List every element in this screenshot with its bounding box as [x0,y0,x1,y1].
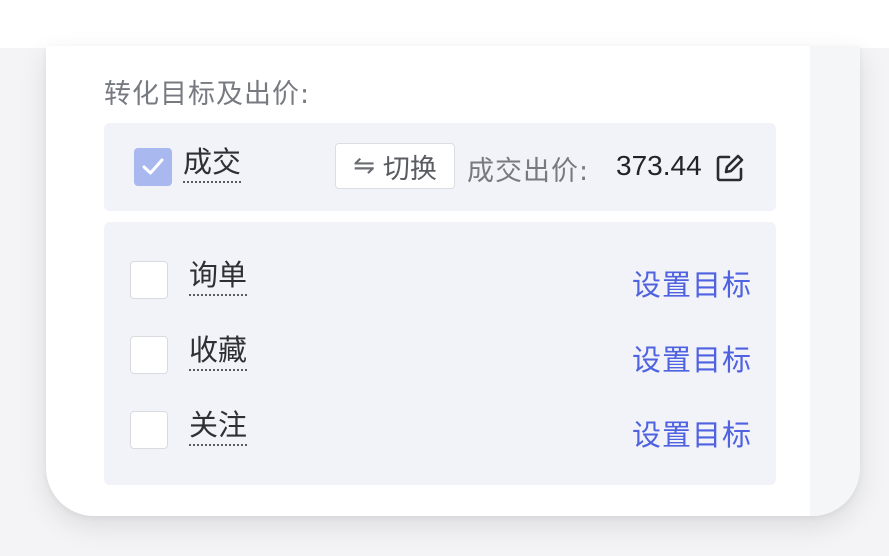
goal-label-favorite: 收藏 [189,334,248,371]
set-target-link-inquiry[interactable]: 设置目标 [632,262,752,304]
switch-goal-button[interactable]: ⇋ 切换 [335,143,455,189]
primary-goal-checkbox[interactable] [134,148,172,186]
set-target-link-favorite[interactable]: 设置目标 [632,337,752,379]
goal-checkbox-favorite[interactable] [130,336,168,374]
switch-button-label: 切换 [382,153,437,185]
goal-label-follow: 关注 [189,409,248,446]
section-title: 转化目标及出价: [104,79,311,110]
secondary-goals-panel: 询单 设置目标 收藏 设置目标 关注 设置目标 [104,222,776,485]
conversion-goal-card: 转化目标及出价: 成交 ⇋ 切换 成交出价: 373.44 询单 设置目标 收藏… [46,46,860,516]
set-target-link-follow[interactable]: 设置目标 [632,412,752,454]
primary-goal-row: 成交 ⇋ 切换 成交出价: 373.44 [104,123,776,211]
secondary-goal-row: 关注 设置目标 [104,406,776,456]
check-icon [142,158,164,175]
goal-label-inquiry: 询单 [189,259,248,296]
swap-arrows-icon: ⇋ [353,151,375,181]
scroll-track [810,46,860,516]
primary-goal-label: 成交 [183,146,242,183]
secondary-goal-row: 询单 设置目标 [104,256,776,306]
bid-value: 373.44 [616,150,702,181]
bid-label: 成交出价: [467,156,590,187]
top-background [0,0,889,48]
goal-checkbox-inquiry[interactable] [130,261,168,299]
goal-checkbox-follow[interactable] [130,411,168,449]
secondary-goal-row: 收藏 设置目标 [104,331,776,381]
edit-icon[interactable] [715,153,745,183]
